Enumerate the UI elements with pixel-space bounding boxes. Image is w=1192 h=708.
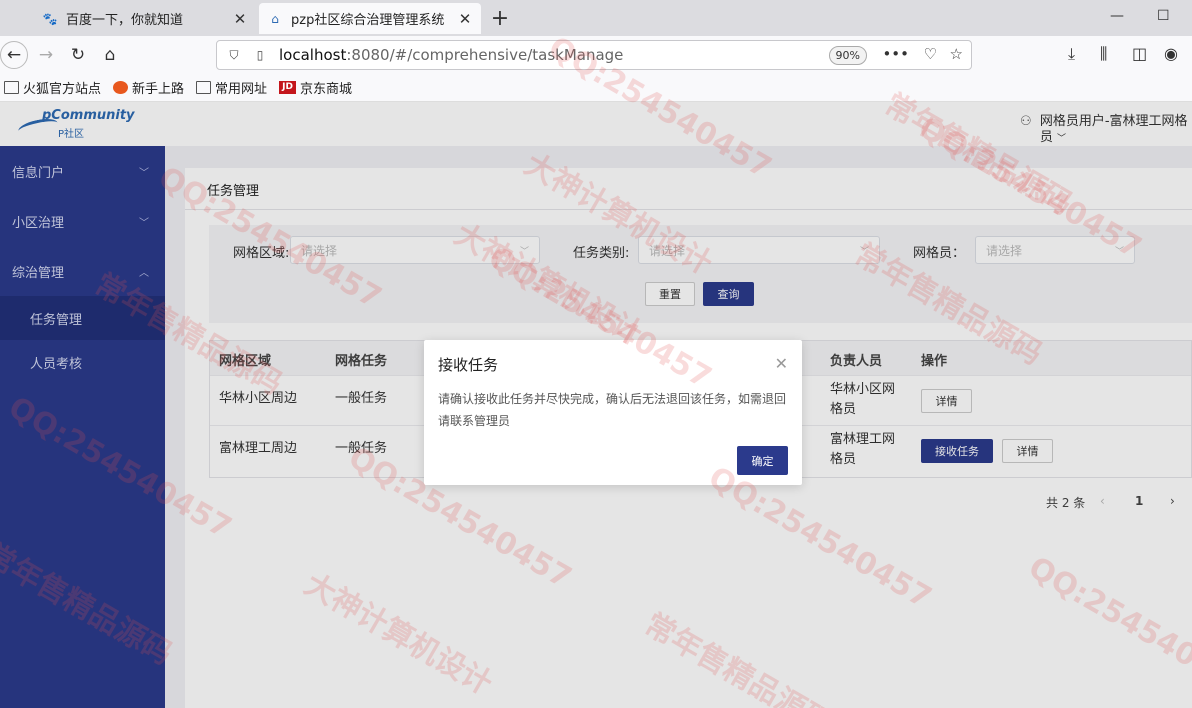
bookmark-item[interactable]: JD 京东商城 <box>279 78 352 97</box>
browser-tab-bar: 🐾 百度一下，你就知道 ✕ ⌂ pzp社区综合治理管理系统 ✕ + — ☐ <box>0 0 1192 36</box>
home-icon: ⌂ <box>271 11 279 26</box>
new-tab-button[interactable]: + <box>488 6 512 31</box>
library-icon[interactable]: ⫼ <box>1100 44 1107 64</box>
back-icon[interactable]: ← <box>0 41 28 69</box>
sidebar-icon[interactable]: ◫ <box>1132 44 1147 63</box>
shield-icon: ⛉ <box>229 47 239 62</box>
close-icon[interactable]: ✕ <box>457 10 473 28</box>
jd-icon: JD <box>279 81 297 94</box>
maximize-icon[interactable]: ☐ <box>1157 8 1170 24</box>
reload-icon[interactable]: ↻ <box>66 43 90 67</box>
download-icon[interactable]: ⤓ <box>1068 44 1075 64</box>
browser-tab-baidu[interactable]: 🐾 百度一下，你就知道 ✕ <box>34 3 256 34</box>
page-icon: ▯ <box>256 48 264 62</box>
bookmark-label: 新手上路 <box>132 82 185 97</box>
forward-icon[interactable]: → <box>34 43 58 67</box>
close-icon[interactable]: ✕ <box>775 354 788 373</box>
bookmark-item[interactable]: 新手上路 <box>113 78 184 97</box>
baidu-paw-icon: 🐾 <box>42 11 58 26</box>
browser-tab-app[interactable]: ⌂ pzp社区综合治理管理系统 ✕ <box>259 3 481 34</box>
accept-task-dialog: 接收任务 ✕ 请确认接收此任务并尽快完成，确认后无法退回该任务，如需退回请联系管… <box>424 340 802 485</box>
minimize-icon[interactable]: — <box>1110 8 1124 24</box>
folder-icon <box>196 81 212 94</box>
home-icon[interactable]: ⌂ <box>98 43 122 67</box>
folder-icon <box>4 81 19 94</box>
bookmarks-bar: 火狐官方站点 新手上路 常用网址 JD 京东商城 <box>0 74 1192 102</box>
firefox-icon <box>113 81 129 94</box>
confirm-button[interactable]: 确定 <box>737 446 788 475</box>
pocket-icon[interactable]: ♡ <box>924 45 937 63</box>
bookmark-label: 火狐官方站点 <box>23 82 102 97</box>
more-icon[interactable]: ••• <box>882 45 909 63</box>
bookmark-item[interactable]: 常用网址 <box>196 78 267 97</box>
zoom-indicator[interactable]: 90% <box>828 46 867 65</box>
url-text: localhost:8080/#/comprehensive/taskManag… <box>279 46 624 64</box>
bookmark-label: 常用网址 <box>215 82 268 97</box>
bookmark-label: 京东商城 <box>300 82 353 97</box>
tab-label: pzp社区综合治理管理系统 <box>291 13 445 28</box>
url-bar[interactable]: ⛉ ▯ localhost:8080/#/comprehensive/taskM… <box>216 40 972 70</box>
close-icon[interactable]: ✕ <box>232 10 248 28</box>
account-icon[interactable]: ◉ <box>1164 44 1178 63</box>
tab-label: 百度一下，你就知道 <box>66 13 184 28</box>
dialog-title: 接收任务 <box>438 356 499 374</box>
star-icon[interactable]: ☆ <box>950 45 963 63</box>
bookmark-item[interactable]: 火狐官方站点 <box>4 78 101 97</box>
dialog-message: 请确认接收此任务并尽快完成，确认后无法退回该任务，如需退回请联系管理员 <box>438 392 787 428</box>
browser-nav-bar: ← → ↻ ⌂ ⛉ ▯ localhost:8080/#/comprehensi… <box>0 36 1192 74</box>
